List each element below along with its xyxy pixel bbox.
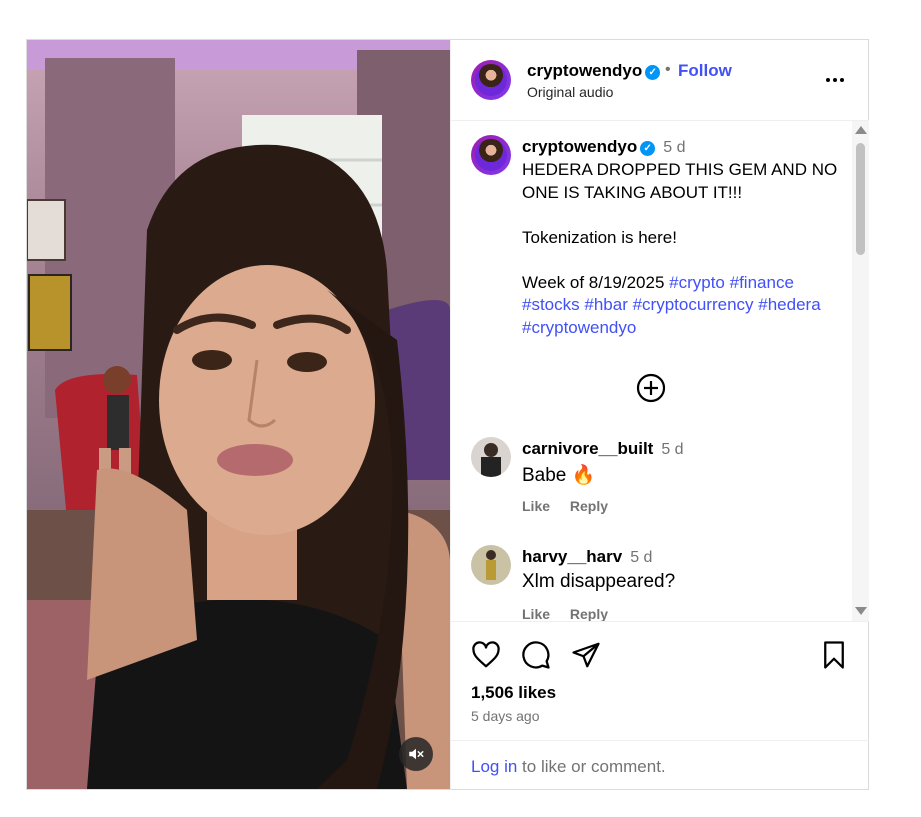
caption-line — [522, 204, 842, 227]
author-username[interactable]: cryptowendyo ✓ — [527, 61, 661, 81]
hashtag-link[interactable]: #hbar — [584, 295, 627, 314]
hashtag-link[interactable]: #cryptocurrency — [633, 295, 754, 314]
comment-item: carnivore__built 5 d Babe 🔥 Like Reply — [451, 437, 851, 537]
caption-username[interactable]: cryptowendyo ✓ 5 d — [522, 137, 686, 157]
verified-badge-icon: ✓ — [640, 141, 656, 156]
comment-time: 5 d — [630, 549, 653, 566]
separator-dot: • — [665, 61, 671, 78]
comment-reply-button[interactable]: Reply — [570, 498, 608, 514]
scroll-down-arrow-icon[interactable] — [855, 607, 867, 615]
audio-label[interactable]: Original audio — [527, 84, 613, 100]
scrollbar-thumb[interactable] — [856, 143, 865, 255]
mute-toggle-button[interactable] — [399, 737, 433, 771]
comment-time: 5 d — [661, 441, 684, 458]
video-frame — [27, 40, 450, 789]
comment-like-button[interactable]: Like — [522, 606, 550, 621]
commenter-avatar[interactable] — [471, 437, 511, 477]
post-side-panel: cryptowendyo ✓ • Follow Original audio cr… — [450, 40, 869, 789]
scroll-up-arrow-icon[interactable] — [855, 126, 867, 134]
post-header: cryptowendyo ✓ • Follow Original audio — [451, 40, 869, 121]
hashtag-link[interactable]: #finance — [730, 273, 794, 292]
comment-item: harvy__harv 5 d Xlm disappeared? Like Rep… — [451, 545, 851, 621]
comment-reply-button[interactable]: Reply — [570, 606, 608, 621]
comment-bubble-icon[interactable] — [521, 640, 551, 670]
comments-section[interactable]: cryptowendyo ✓ 5 d HEDERA DROPPED THIS GEM… — [451, 121, 869, 622]
verified-badge-icon: ✓ — [645, 65, 661, 80]
comment-actions: Like Reply — [522, 606, 624, 621]
hashtag-link[interactable]: #stocks — [522, 295, 580, 314]
post-timestamp: 5 days ago — [471, 708, 540, 724]
comment-username[interactable]: harvy__harv 5 d — [522, 547, 652, 567]
comment-actions: Like Reply — [522, 498, 624, 514]
caption-line-hashtags: #cryptowendyo — [522, 317, 842, 340]
caption-line-hashtags: Week of 8/19/2025 #crypto #finance — [522, 272, 794, 292]
caption-time: 5 d — [663, 139, 686, 156]
comment-username[interactable]: carnivore__built 5 d — [522, 439, 684, 459]
heart-icon[interactable] — [471, 640, 501, 670]
hashtag-link[interactable]: #cryptowendyo — [522, 318, 636, 337]
comment-text: Babe 🔥 — [522, 465, 596, 486]
comment-text: Xlm disappeared? — [522, 571, 676, 592]
post-actions: 1,506 likes 5 days ago Log in to like or… — [451, 622, 869, 789]
more-options-icon[interactable] — [823, 68, 847, 92]
instagram-post: cryptowendyo ✓ • Follow Original audio cr… — [26, 39, 869, 790]
caption-line: ONE IS TAKING ABOUT IT!!! — [522, 182, 743, 202]
login-prompt-text: to like or comment. — [517, 757, 666, 776]
speaker-muted-icon — [409, 748, 424, 760]
caption-line — [522, 249, 842, 272]
author-avatar[interactable] — [471, 60, 511, 100]
fire-emoji: 🔥 — [571, 465, 596, 486]
follow-button[interactable]: Follow — [678, 61, 732, 81]
hashtag-link[interactable]: #crypto — [669, 273, 725, 292]
paper-plane-icon[interactable] — [571, 640, 601, 670]
login-prompt: Log in to like or comment. — [451, 740, 869, 790]
add-comment-plus-icon[interactable] — [636, 373, 666, 403]
caption-line: Tokenization is here! — [522, 227, 677, 247]
caption-line-hashtags: #stocks #hbar #cryptocurrency #hedera — [522, 294, 842, 317]
caption-line: HEDERA DROPPED THIS GEM AND NO — [522, 160, 838, 179]
caption-text: HEDERA DROPPED THIS GEM AND NO ONE IS TA… — [522, 159, 842, 339]
caption-author-avatar[interactable] — [471, 135, 511, 175]
video-player[interactable] — [27, 40, 450, 789]
login-link[interactable]: Log in — [471, 757, 517, 776]
hashtag-link[interactable]: #hedera — [758, 295, 820, 314]
bookmark-icon[interactable] — [819, 640, 849, 670]
comment-like-button[interactable]: Like — [522, 498, 550, 514]
commenter-avatar[interactable] — [471, 545, 511, 585]
like-count[interactable]: 1,506 likes — [471, 683, 556, 703]
